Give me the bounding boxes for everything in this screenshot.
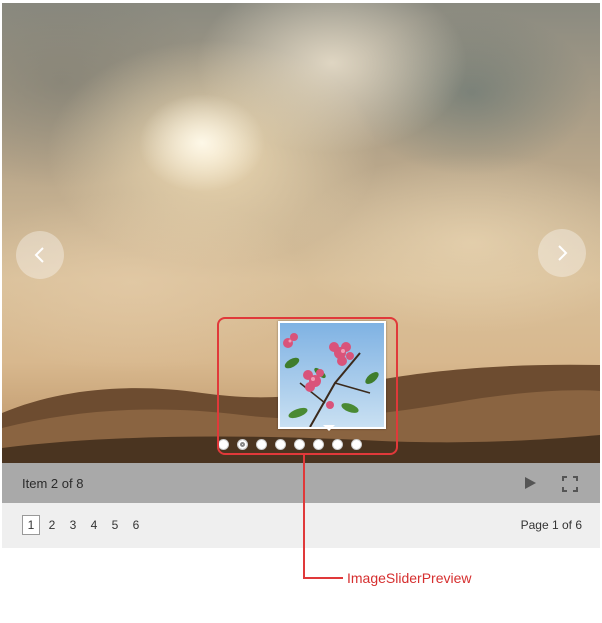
pager: 123456 Page 1 of 6: [2, 503, 600, 548]
play-icon[interactable]: [522, 475, 538, 491]
page-number-2[interactable]: 2: [43, 515, 61, 535]
previous-button[interactable]: [16, 231, 64, 279]
chevron-left-icon: [34, 247, 44, 263]
callout-line: [303, 455, 305, 579]
callout-label: ImageSliderPreview: [347, 570, 472, 586]
slider-info-bar: Item 2 of 8: [2, 463, 600, 503]
page-number-5[interactable]: 5: [106, 515, 124, 535]
next-button[interactable]: [538, 229, 586, 277]
page-number-4[interactable]: 4: [85, 515, 103, 535]
item-counter: Item 2 of 8: [22, 476, 84, 491]
page-numbers: 123456: [22, 515, 145, 535]
page-info: Page 1 of 6: [520, 518, 582, 532]
callout-line: [303, 577, 343, 579]
preview-highlight-frame: [217, 317, 398, 455]
chevron-right-icon: [558, 245, 568, 261]
fullscreen-icon[interactable]: [562, 476, 578, 492]
page-number-1[interactable]: 1: [22, 515, 40, 535]
page-number-6[interactable]: 6: [127, 515, 145, 535]
page-number-3[interactable]: 3: [64, 515, 82, 535]
